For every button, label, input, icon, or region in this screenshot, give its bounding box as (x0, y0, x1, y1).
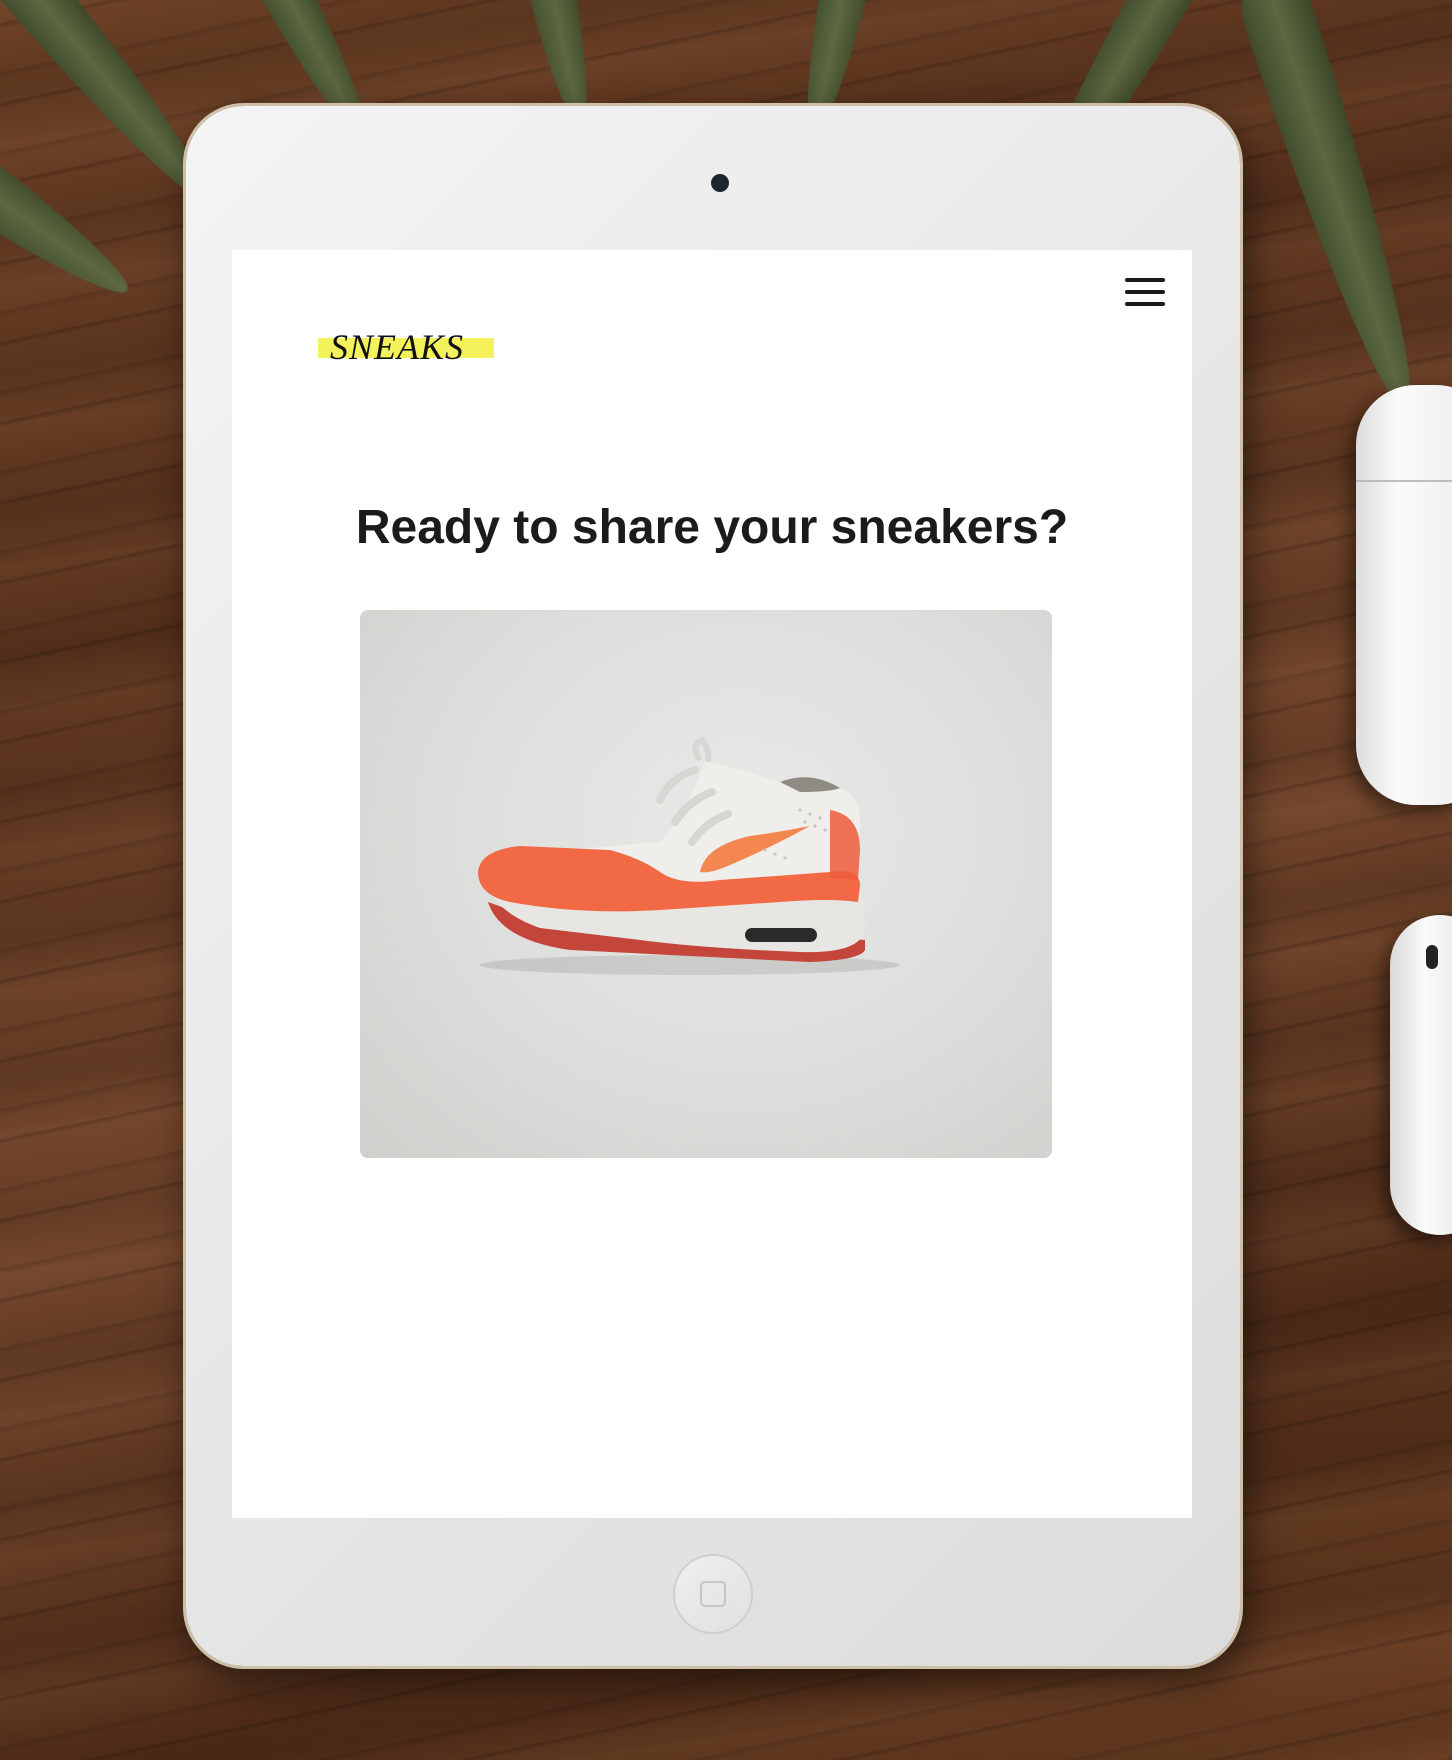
brand-name: SNEAKS (330, 327, 465, 367)
sneaker-illustration (478, 736, 900, 975)
menu-bar (1125, 290, 1165, 294)
menu-bar (1125, 278, 1165, 282)
case-lid-seam (1356, 480, 1452, 482)
page-headline: Ready to share your sneakers? (355, 501, 1069, 554)
home-button-icon[interactable] (673, 1554, 753, 1634)
sneaker-photo (360, 610, 1052, 1158)
home-square-icon (700, 1581, 726, 1607)
menu-bar (1125, 302, 1165, 306)
front-camera-icon (711, 174, 729, 192)
desk-background: SNEAKS Ready to share your sneakers? (0, 0, 1452, 1760)
tablet-screen: SNEAKS Ready to share your sneakers? (232, 250, 1192, 1518)
hamburger-menu-icon[interactable] (1125, 276, 1165, 308)
brand-logo[interactable]: SNEAKS (318, 326, 494, 370)
airpod-earbud (1390, 915, 1452, 1235)
earbud-grill (1426, 945, 1438, 969)
palm-leaf (1230, 0, 1440, 420)
airpods-case (1356, 385, 1452, 805)
tablet-device: SNEAKS Ready to share your sneakers? (186, 106, 1240, 1666)
